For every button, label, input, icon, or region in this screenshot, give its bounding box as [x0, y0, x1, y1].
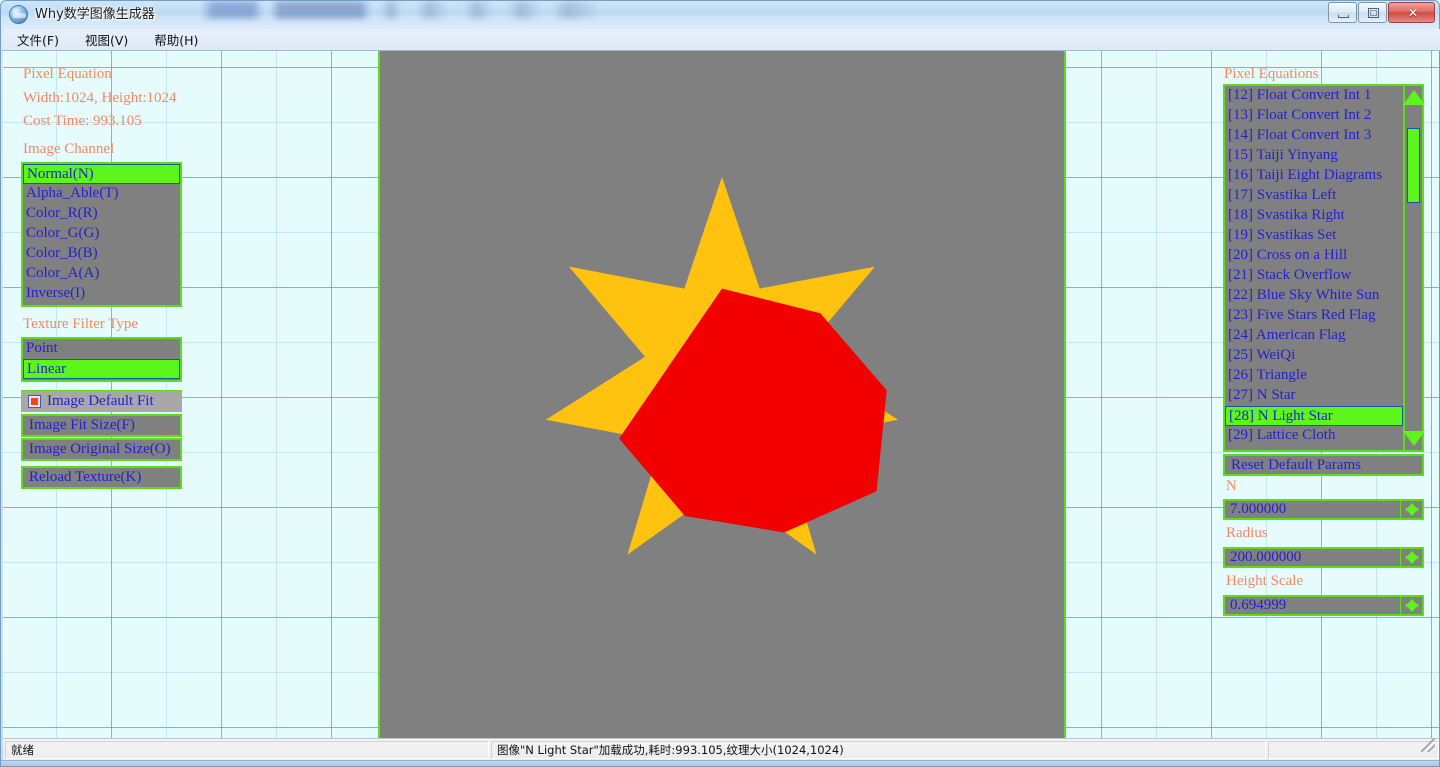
- window-controls: ✕: [1327, 2, 1435, 23]
- channel-item-alpha-able[interactable]: Alpha_Able(T): [23, 184, 180, 204]
- image-channel-label: Image Channel: [23, 141, 115, 157]
- scroll-up-arrow-icon[interactable]: [1402, 90, 1425, 105]
- app-globe-icon: [9, 5, 28, 24]
- reset-default-params-button[interactable]: Reset Default Params: [1223, 454, 1424, 476]
- status-extra-cell: [1268, 740, 1439, 759]
- channel-item-color-r[interactable]: Color_R(R): [23, 204, 180, 224]
- close-button[interactable]: ✕: [1388, 2, 1435, 23]
- star-figure: [545, 177, 899, 555]
- equation-item-17[interactable]: [17] Svastika Left: [1225, 186, 1422, 206]
- equation-item-16[interactable]: [16] Taiji Eight Diagrams: [1225, 166, 1422, 186]
- reload-texture-button[interactable]: Reload Texture(K): [21, 466, 182, 489]
- equation-item-27[interactable]: [27] N Star: [1225, 386, 1422, 406]
- close-icon: ✕: [1407, 6, 1419, 20]
- pixel-equations-listbox[interactable]: [12] Float Convert Int 1 [13] Float Conv…: [1223, 84, 1424, 452]
- image-channel-listbox[interactable]: Normal(N) Alpha_Able(T) Color_R(R) Color…: [21, 162, 182, 307]
- param-label-height-scale: Height Scale: [1226, 573, 1304, 589]
- pixel-equation-heading: Pixel Equation: [23, 66, 112, 82]
- status-bar: 就绪 图像"N Light Star"加载成功,耗时:993.105,纹理大小(…: [3, 738, 1439, 760]
- equation-item-26[interactable]: [26] Triangle: [1225, 366, 1422, 386]
- maximize-icon: [1368, 8, 1379, 18]
- equation-item-15[interactable]: [15] Taiji Yinyang: [1225, 146, 1422, 166]
- status-ready-cell: 就绪: [5, 740, 489, 759]
- title-bar-glass-blur: [201, 1, 621, 19]
- param-field-height-scale[interactable]: 0.694999: [1223, 595, 1424, 616]
- status-message-cell: 图像"N Light Star"加载成功,耗时:993.105,纹理大小(102…: [491, 740, 1266, 759]
- filter-item-linear[interactable]: Linear: [23, 359, 180, 379]
- texture-filter-listbox[interactable]: Point Linear: [21, 337, 182, 382]
- render-canvas[interactable]: [378, 51, 1066, 739]
- equation-item-19[interactable]: [19] Svastikas Set: [1225, 226, 1422, 246]
- equation-item-25[interactable]: [25] WeiQi: [1225, 346, 1422, 366]
- checkbox-icon[interactable]: [28, 395, 41, 408]
- equations-scrollbar[interactable]: [1402, 84, 1425, 452]
- channel-item-normal[interactable]: Normal(N): [23, 164, 180, 184]
- param-value-height-scale: 0.694999: [1230, 597, 1287, 613]
- cost-time-text: Cost Time: 993.105: [23, 113, 142, 129]
- equation-item-23[interactable]: [23] Five Stars Red Flag: [1225, 306, 1422, 326]
- channel-item-inverse[interactable]: Inverse(I): [23, 284, 180, 304]
- left-panel: Pixel Equation Width:1024, Height:1024 C…: [3, 51, 378, 739]
- param-value-radius: 200.000000: [1230, 549, 1302, 565]
- equation-item-18[interactable]: [18] Svastika Right: [1225, 206, 1422, 226]
- menu-view[interactable]: 视图(V): [74, 28, 139, 51]
- equation-item-12[interactable]: [12] Float Convert Int 1: [1225, 86, 1422, 106]
- param-spinner-radius[interactable]: [1400, 549, 1422, 566]
- param-value-n: 7.000000: [1230, 501, 1287, 517]
- param-label-radius: Radius: [1226, 525, 1268, 541]
- filter-item-point[interactable]: Point: [23, 339, 180, 359]
- image-size-text: Width:1024, Height:1024: [23, 90, 177, 106]
- equation-item-22[interactable]: [22] Blue Sky White Sun: [1225, 286, 1422, 306]
- pixel-equations-heading: Pixel Equations: [1224, 66, 1319, 82]
- image-default-fit-label: Image Default Fit: [47, 393, 154, 409]
- equation-item-21[interactable]: [21] Stack Overflow: [1225, 266, 1422, 286]
- maximize-button[interactable]: [1358, 2, 1387, 23]
- window-bottom-edge: [1, 760, 1439, 766]
- minimize-button[interactable]: [1328, 2, 1357, 23]
- resize-grip-icon[interactable]: [1421, 738, 1435, 752]
- equation-item-14[interactable]: [14] Float Convert Int 3: [1225, 126, 1422, 146]
- equation-item-20[interactable]: [20] Cross on a Hill: [1225, 246, 1422, 266]
- equation-item-24[interactable]: [24] American Flag: [1225, 326, 1422, 346]
- equation-item-28[interactable]: [28] N Light Star: [1225, 406, 1403, 426]
- title-bar: Why数学图像生成器 ✕: [1, 1, 1439, 29]
- right-panel: Pixel Equations [12] Float Convert Int 1…: [1066, 51, 1439, 739]
- channel-item-color-a[interactable]: Color_A(A): [23, 264, 180, 284]
- param-field-n[interactable]: 7.000000: [1223, 499, 1424, 520]
- spinner-down-icon[interactable]: [1404, 508, 1419, 516]
- window-title: Why数学图像生成器: [35, 7, 155, 22]
- param-field-radius[interactable]: 200.000000: [1223, 547, 1424, 568]
- client-area: Pixel Equation Width:1024, Height:1024 C…: [3, 51, 1439, 739]
- texture-filter-label: Texture Filter Type: [23, 316, 139, 332]
- param-spinner-height-scale[interactable]: [1400, 597, 1422, 614]
- image-original-size-button[interactable]: Image Original Size(O): [21, 438, 182, 461]
- image-default-fit-checkbox-row[interactable]: Image Default Fit: [21, 390, 182, 412]
- menu-help[interactable]: 帮助(H): [143, 28, 209, 51]
- equation-item-13[interactable]: [13] Float Convert Int 2: [1225, 106, 1422, 126]
- image-fit-size-button[interactable]: Image Fit Size(F): [21, 414, 182, 437]
- scroll-down-arrow-icon[interactable]: [1402, 431, 1425, 446]
- menu-file[interactable]: 文件(F): [6, 28, 70, 51]
- channel-item-color-g[interactable]: Color_G(G): [23, 224, 180, 244]
- param-label-n: N: [1226, 478, 1237, 494]
- channel-item-color-b[interactable]: Color_B(B): [23, 244, 180, 264]
- minimize-icon: [1338, 15, 1349, 18]
- window-frame: Why数学图像生成器 ✕ 文件(F) 视图(V) 帮助(H) Pixel Equ…: [0, 0, 1440, 767]
- spinner-down-icon[interactable]: [1404, 604, 1419, 612]
- spinner-down-icon[interactable]: [1404, 556, 1419, 564]
- menu-bar: 文件(F) 视图(V) 帮助(H): [2, 29, 1440, 51]
- scrollbar-thumb[interactable]: [1407, 128, 1420, 203]
- application-window: Why数学图像生成器 ✕ 文件(F) 视图(V) 帮助(H) Pixel Equ…: [0, 0, 1440, 767]
- param-spinner-n[interactable]: [1400, 501, 1422, 518]
- equation-item-29[interactable]: [29] Lattice Cloth: [1225, 426, 1422, 446]
